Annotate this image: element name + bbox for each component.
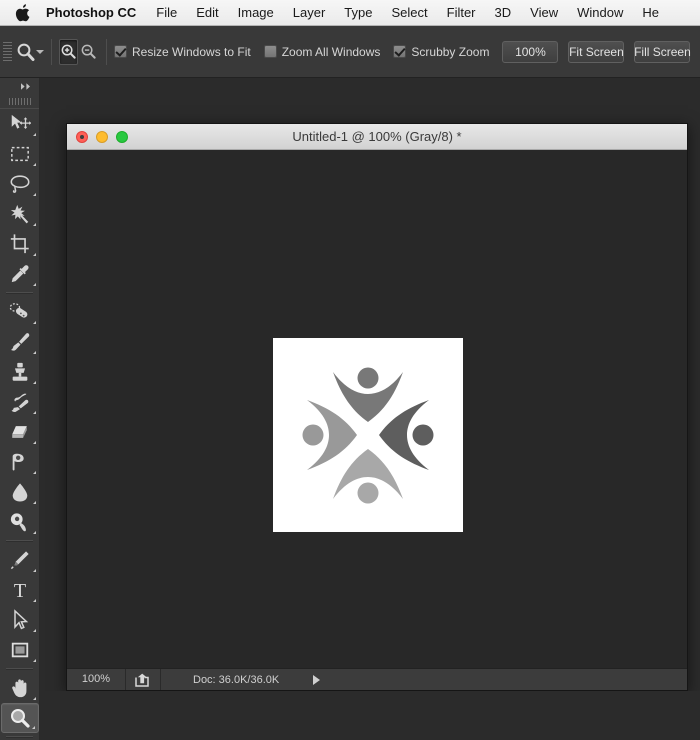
lasso-tool[interactable]: [1, 169, 39, 199]
zoom-out-icon[interactable]: [80, 40, 97, 64]
flyout-corner-icon: [31, 726, 35, 729]
checkbox-label-resize-windows: Resize Windows to Fit: [132, 44, 251, 59]
fill-screen-button[interactable]: Fill Screen: [634, 40, 691, 63]
close-window-icon[interactable]: [76, 130, 88, 143]
flyout-corner-icon: [32, 381, 36, 384]
flyout-corner-icon: [32, 471, 36, 474]
flyout-corner-icon: [32, 441, 36, 444]
menu-item-edit[interactable]: Edit: [196, 5, 218, 20]
rectangle-tool[interactable]: [1, 635, 39, 665]
checkbox-zoom-all-windows[interactable]: Zoom All Windows: [263, 44, 381, 59]
crop-tool[interactable]: [1, 229, 39, 259]
dodge-tool[interactable]: [1, 507, 39, 537]
menu-item-help[interactable]: He: [642, 5, 659, 20]
document-window: Untitled-1 @ 100% (Gray/8) * 100% Doc: 3…: [66, 123, 688, 691]
flyout-corner-icon: [32, 163, 36, 166]
flyout-corner-icon: [32, 501, 36, 504]
menu-item-view[interactable]: View: [530, 5, 558, 20]
apple-logo-icon[interactable]: [14, 3, 30, 22]
expand-triangle-icon[interactable]: [313, 674, 321, 685]
toolbar-divider-3: [6, 668, 33, 670]
menu-item-select[interactable]: Select: [391, 5, 427, 20]
tool-options-bar: Resize Windows to Fit Zoom All Windows S…: [0, 26, 700, 78]
menu-item-window[interactable]: Window: [577, 5, 623, 20]
flyout-corner-icon: [32, 321, 36, 324]
flyout-corner-icon: [32, 223, 36, 226]
gradient-tool[interactable]: [1, 447, 39, 477]
chevron-down-icon[interactable]: [36, 40, 44, 64]
status-doc-info: Doc: 36.0K/36.0K: [193, 673, 280, 686]
flyout-corner-icon: [32, 697, 36, 700]
checkbox-scrubby-zoom[interactable]: Scrubby Zoom: [393, 45, 489, 59]
checkbox-label-zoom-all-windows: Zoom All Windows: [281, 44, 381, 59]
menu-app-name[interactable]: Photoshop CC: [46, 5, 136, 20]
pen-tool[interactable]: [1, 545, 39, 575]
flyout-corner-icon: [32, 629, 36, 632]
maximize-window-icon[interactable]: [116, 130, 128, 143]
pinwheel-people-logo: [302, 367, 434, 504]
hand-tool[interactable]: [1, 673, 39, 703]
checkbox-resize-windows-to-fit[interactable]: Resize Windows to Fit: [114, 45, 251, 59]
fit-screen-button[interactable]: Fit Screen: [568, 40, 625, 63]
double-chevron-right-icon[interactable]: [0, 78, 39, 94]
panel-grip-icon[interactable]: [0, 94, 39, 109]
canvas-viewport[interactable]: [67, 150, 687, 668]
share-arrow-icon[interactable]: [126, 669, 161, 690]
flyout-corner-icon: [32, 411, 36, 414]
minimize-window-icon[interactable]: [96, 130, 108, 143]
path-selection-tool[interactable]: [1, 605, 39, 635]
window-traffic-lights: [76, 130, 128, 143]
flyout-corner-icon: [32, 659, 36, 662]
document-status-bar: 100% Doc: 36.0K/36.0K: [67, 668, 687, 690]
zoom-in-icon[interactable]: [59, 38, 78, 65]
document-title: Untitled-1 @ 100% (Gray/8) *: [292, 129, 462, 144]
flyout-corner-icon: [32, 531, 36, 534]
options-divider-2: [106, 38, 107, 65]
photoshop-application-window: Photoshop CC File Edit Image Layer Type …: [0, 0, 700, 740]
svg-text:T: T: [13, 580, 25, 601]
checkbox-label-scrubby-zoom: Scrubby Zoom: [411, 44, 490, 59]
zoom-100-percent-button[interactable]: 100%: [502, 40, 559, 63]
flyout-corner-icon: [32, 283, 36, 286]
eraser-tool[interactable]: [1, 417, 39, 447]
clone-stamp-tool[interactable]: [1, 357, 39, 387]
menu-item-layer[interactable]: Layer: [293, 5, 326, 20]
checkbox-box-resize-windows[interactable]: [114, 45, 127, 58]
magnifier-icon[interactable]: [16, 37, 36, 67]
zoom-tool[interactable]: [0, 703, 39, 733]
quick-selection-tool[interactable]: [1, 199, 39, 229]
application-background: [40, 691, 700, 740]
flyout-corner-icon: [32, 569, 36, 572]
checkbox-box-scrubby-zoom[interactable]: [393, 45, 407, 58]
menu-item-3d[interactable]: 3D: [495, 5, 512, 20]
toolbar-divider-4: [6, 736, 33, 738]
menu-item-image[interactable]: Image: [238, 5, 274, 20]
checkbox-box-zoom-all-windows[interactable]: [263, 45, 277, 58]
toolbar-divider-2: [6, 540, 33, 542]
brush-tool[interactable]: [1, 327, 39, 357]
status-zoom-level[interactable]: 100%: [67, 669, 126, 690]
tools-panel: T: [0, 78, 40, 740]
flyout-corner-icon: [32, 599, 36, 602]
horizontal-type-tool[interactable]: T: [1, 575, 39, 605]
flyout-corner-icon: [32, 193, 36, 196]
menu-item-filter[interactable]: Filter: [447, 5, 476, 20]
spot-healing-brush-tool[interactable]: [1, 297, 39, 327]
toolbar-divider-1: [6, 292, 33, 294]
eyedropper-tool[interactable]: [1, 259, 39, 289]
blur-tool[interactable]: [1, 477, 39, 507]
rectangular-marquee-tool[interactable]: [1, 139, 39, 169]
flyout-corner-icon: [32, 351, 36, 354]
options-divider: [51, 38, 52, 65]
flyout-corner-icon: [32, 133, 36, 136]
flyout-corner-icon: [32, 253, 36, 256]
mac-menu-bar: Photoshop CC File Edit Image Layer Type …: [0, 0, 700, 26]
options-bar-grip-icon[interactable]: [3, 35, 12, 69]
move-tool[interactable]: [1, 109, 39, 139]
menu-item-type[interactable]: Type: [344, 5, 372, 20]
history-brush-tool[interactable]: [1, 387, 39, 417]
image-canvas[interactable]: [273, 338, 463, 532]
menu-item-file[interactable]: File: [156, 5, 177, 20]
document-title-bar[interactable]: Untitled-1 @ 100% (Gray/8) *: [67, 124, 687, 150]
